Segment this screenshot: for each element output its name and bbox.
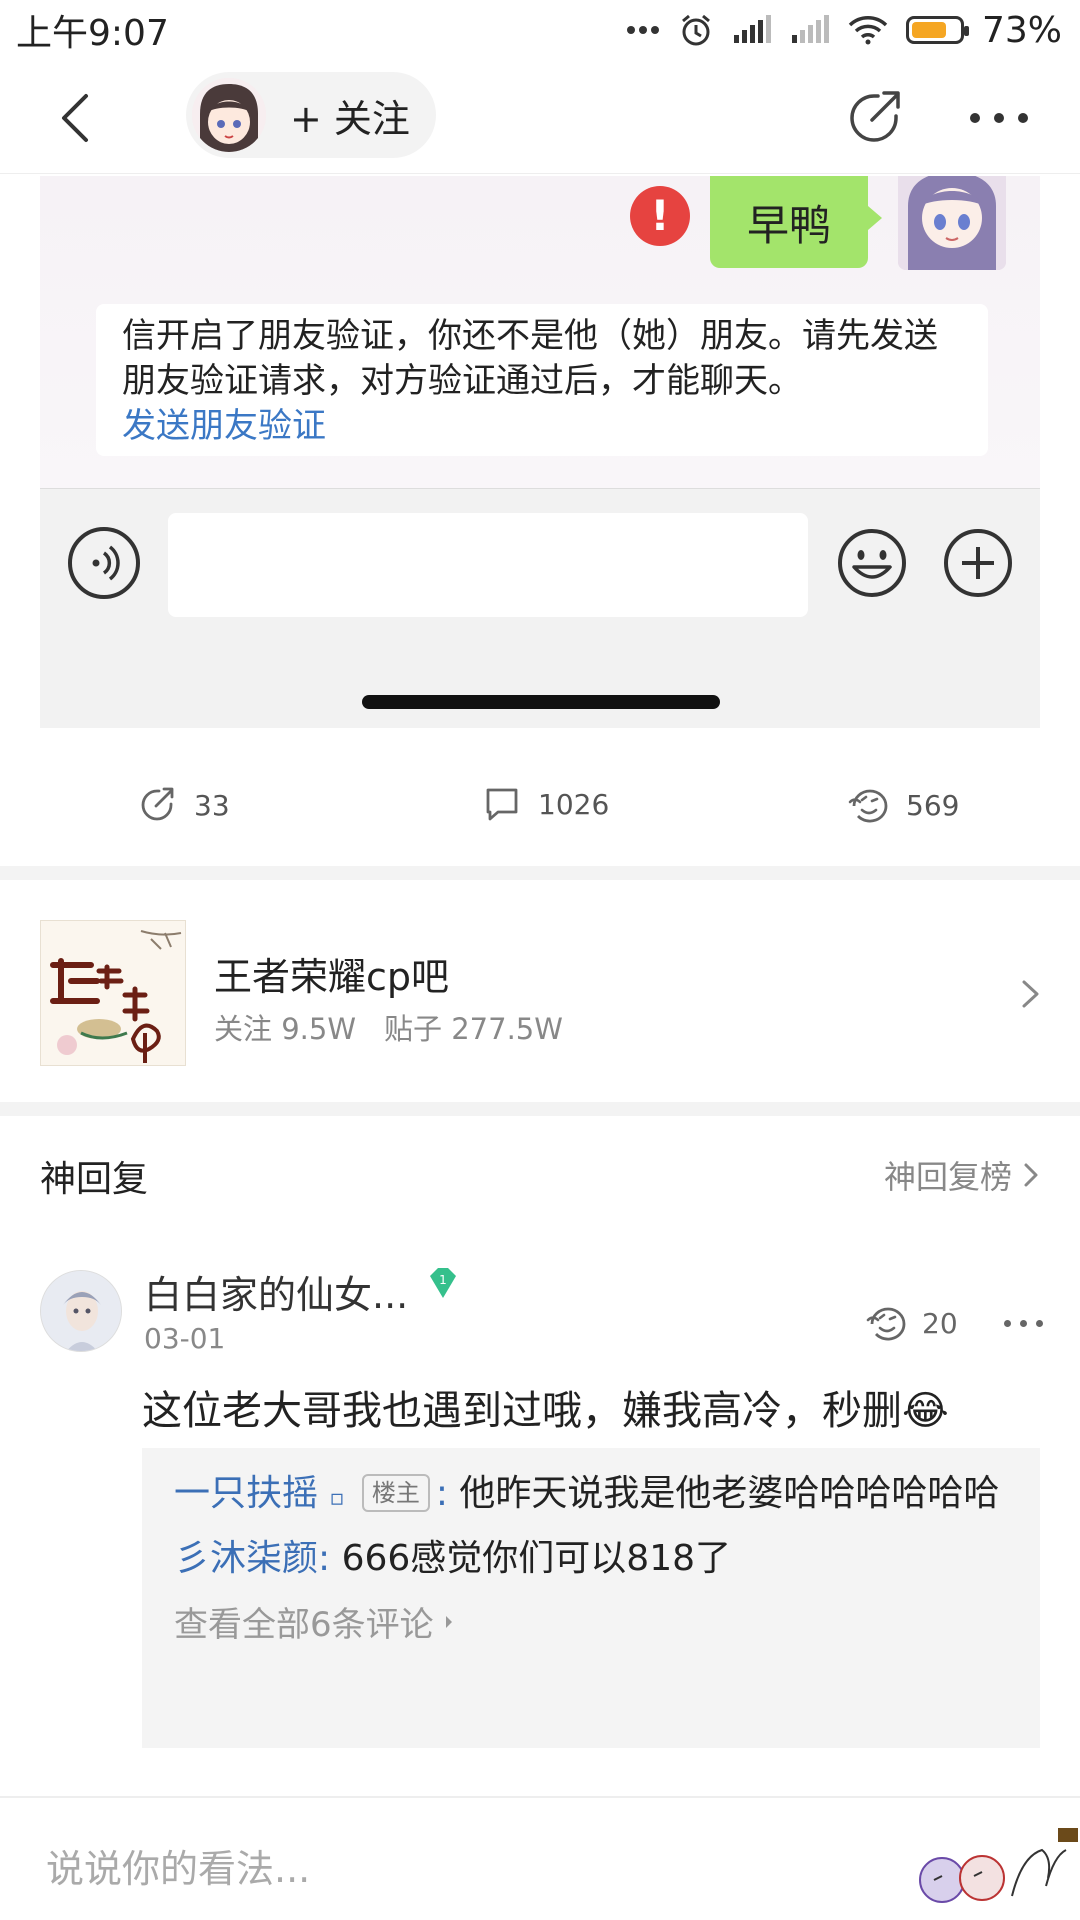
hot-replies-rank-link[interactable]: 神回复榜 [884,1152,1040,1198]
reply-username[interactable]: 彡沐柒颜 [174,1538,318,1579]
more-options-icon[interactable] [970,106,1030,130]
share-icon [141,787,174,821]
comment-count: 1026 [538,787,610,821]
owner-tag: 楼主 [361,1474,430,1512]
page: 上午9:07 73% + 关注 ! 早鸭 信开启了朋友验证，你还不是他（她）朋友… [0,0,1080,1920]
reply-username[interactable]: 一只扶摇 [174,1473,318,1514]
more-dots-icon [626,26,659,34]
battery-percent: 73% [981,9,1062,51]
post-image[interactable]: ! 早鸭 信开启了朋友验证，你还不是他（她）朋友。请先发送朋友验证请求，对方验证… [40,176,1040,728]
signal-icon [733,15,771,43]
reply-box[interactable]: 一只扶摇 ▫ 楼主: 他昨天说我是他老婆哈哈哈哈哈哈 彡沐柒颜: 666感觉你们… [142,1448,1040,1748]
forum-logo [40,920,186,1066]
divider [0,866,1080,880]
share-count: 33 [194,788,230,822]
battery-icon [905,16,969,44]
reply-text: 666感觉你们可以818了 [341,1538,732,1579]
system-message: 信开启了朋友验证，你还不是他（她）朋友。请先发送朋友验证请求，对方验证通过后，才… [96,304,988,456]
status-time: 上午9:07 [16,13,169,54]
battery-fill [911,22,946,38]
comment: 白白家的仙女... 1 03-01 20 这位老大哥我也遇到过哦，嫌我高冷，秒删… [0,1236,1080,1756]
forum-card[interactable]: 王者荣耀cp吧 关注 9.5W 贴子 277.5W [0,880,1080,1102]
send-error-icon: ! [630,186,690,246]
hot-replies-title: 神回复 [40,1159,149,1200]
caret-right-icon [445,1615,452,1628]
like-face-icon [866,1307,906,1341]
author-avatar[interactable] [192,78,266,152]
reply-user-mark: ▫ [329,1486,345,1511]
comment-like-button[interactable]: 20 [866,1304,958,1342]
bottom-comment-bar: 说说你的看法... [0,1796,1080,1920]
chat-text-box [168,513,808,617]
signal-2-icon [791,15,829,43]
emoji-icon [838,529,906,597]
chevron-right-icon [1022,980,1039,1008]
forum-stats: 关注 9.5W 贴子 277.5W [214,1006,563,1048]
view-all-label: 查看全部6条评论 [174,1605,434,1645]
like-count: 569 [906,788,960,822]
forum-followers: 关注 9.5W [214,1012,357,1046]
comment-icon [486,788,518,821]
comment-like-count: 20 [922,1306,958,1340]
comment-input[interactable]: 说说你的看法... [46,1838,310,1893]
plus-icon [944,529,1012,597]
status-bar: 上午9:07 73% [0,0,1080,60]
comment-more-icon[interactable] [1004,1320,1043,1327]
divider [0,1102,1080,1116]
chat-avatar [898,176,1006,270]
commenter-avatar[interactable] [40,1270,122,1352]
view-all-replies-link[interactable]: 查看全部6条评论 [174,1597,1008,1646]
chevron-right-icon [1024,1163,1038,1187]
status-icons: 73% [626,10,1062,51]
alarm-icon [682,14,710,46]
forum-posts: 贴子 277.5W [384,1012,563,1046]
sticker-icon[interactable] [912,1826,1080,1910]
voice-icon [68,527,140,599]
reply-item: 一只扶摇 ▫ 楼主: 他昨天说我是他老婆哈哈哈哈哈哈 [174,1473,1000,1514]
reply-text: 他昨天说我是他老婆哈哈哈哈哈哈 [459,1473,1000,1514]
send-verification-link: 发送朋友验证 [122,406,326,446]
level-number: 1 [439,1273,447,1287]
post-actions: 33 1026 569 [0,748,1080,866]
home-indicator [362,695,720,709]
comment-text: 这位老大哥我也遇到过哦，嫌我高冷，秒删😂 [142,1388,949,1434]
system-message-text: 信开启了朋友验证，你还不是他（她）朋友。请先发送朋友验证请求，对方验证通过后，才… [122,316,938,401]
share-icon[interactable] [842,86,906,150]
chat-bubble: 早鸭 [710,176,882,268]
back-icon[interactable] [50,88,110,148]
follow-label: + 关注 [290,96,410,141]
follow-button[interactable]: + 关注 [186,72,436,158]
hot-replies-header: 神回复 神回复榜 [0,1116,1080,1236]
share-action[interactable]: 33 [138,786,230,824]
comment-date: 03-01 [144,1322,226,1355]
comment-action[interactable]: 1026 [484,786,609,822]
like-action[interactable]: 569 [848,786,959,824]
top-nav: + 关注 [0,60,1080,174]
level-badge-icon: 1 [430,1268,456,1298]
chat-input-bar [40,488,1040,728]
commenter-name[interactable]: 白白家的仙女... [144,1264,408,1319]
wifi-icon [848,16,888,45]
forum-name: 王者荣耀cp吧 [214,955,450,999]
reply-item: 彡沐柒颜: 666感觉你们可以818了 [174,1538,732,1579]
hot-replies-rank-label: 神回复榜 [883,1158,1012,1196]
like-face-icon [848,789,888,823]
